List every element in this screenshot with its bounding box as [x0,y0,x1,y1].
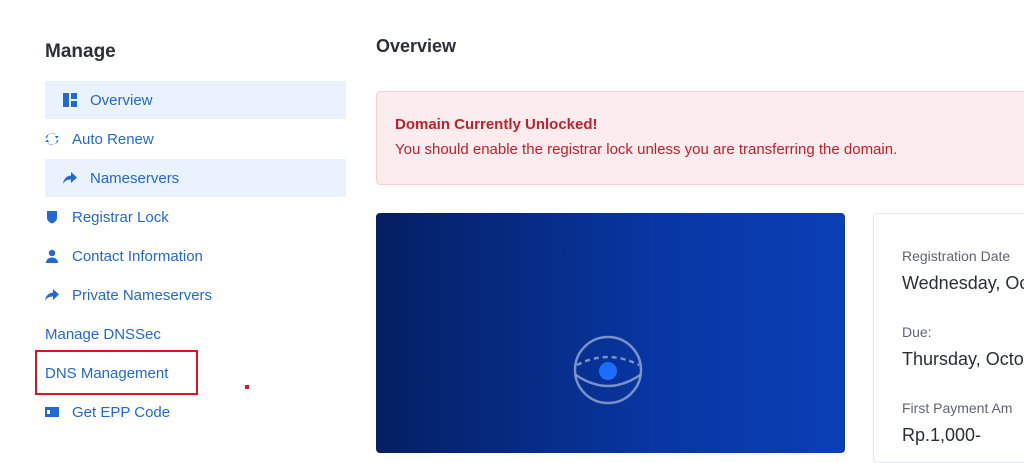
sidebar-item-label: Manage DNSSec [45,325,161,343]
sidebar-item-label: Nameservers [90,169,180,187]
alert-title: Domain Currently Unlocked! [395,116,598,133]
domain-info-card: Registration Date Wednesday, Oc Due: Thu… [873,213,1024,463]
registration-date-label: Registration Date [902,248,1011,264]
sidebar-item-label: Overview [90,91,153,109]
sidebar: Manage Overview Auto Renew Nameservers R… [0,0,360,449]
sidebar-item-manage-dnssec[interactable]: Manage DNSSec [45,315,346,353]
sidebar-item-get-epp-code[interactable]: Get EPP Code [45,393,346,431]
domain-hero-panel [376,213,845,453]
alert-message: You should enable the registrar lock unl… [395,141,898,158]
dashboard-icon [63,93,77,107]
first-payment-label: First Payment Am [902,400,1013,416]
due-value: Thursday, Octo [902,349,1024,369]
sidebar-item-registrar-lock[interactable]: Registrar Lock [45,198,346,236]
id-card-icon [45,405,59,419]
dns-management-highlight [35,350,198,395]
sidebar-item-label: Auto Renew [72,130,154,148]
due-label: Due: [902,324,932,340]
sidebar-item-private-nameservers[interactable]: Private Nameservers [45,276,346,314]
user-icon [45,249,59,263]
shield-icon [45,210,59,224]
sidebar-item-contact-information[interactable]: Contact Information [45,237,346,275]
first-payment-value: Rp.1,000- [902,425,982,445]
sync-icon [45,132,59,146]
sidebar-item-overview[interactable]: Overview [45,81,346,119]
unlocked-alert: Domain Currently Unlocked! You should en… [376,91,1024,185]
annotation-dot [245,385,249,389]
sidebar-item-label: Get EPP Code [72,403,171,421]
registration-date-value: Wednesday, Oc [902,273,1024,293]
sidebar-item-label: Contact Information [72,247,203,265]
globe-icon [573,335,643,405]
page-title: Overview [376,36,457,56]
share-arrow-icon [63,171,77,185]
main-content: Overview Domain Currently Unlocked! You … [376,0,1024,463]
sidebar-item-auto-renew[interactable]: Auto Renew [45,120,346,158]
sidebar-item-nameservers[interactable]: Nameservers [45,159,346,197]
sidebar-item-label: Private Nameservers [72,286,213,304]
share-arrow-icon [45,288,59,302]
sidebar-title: Manage [45,41,116,62]
sidebar-item-label: Registrar Lock [72,208,169,226]
